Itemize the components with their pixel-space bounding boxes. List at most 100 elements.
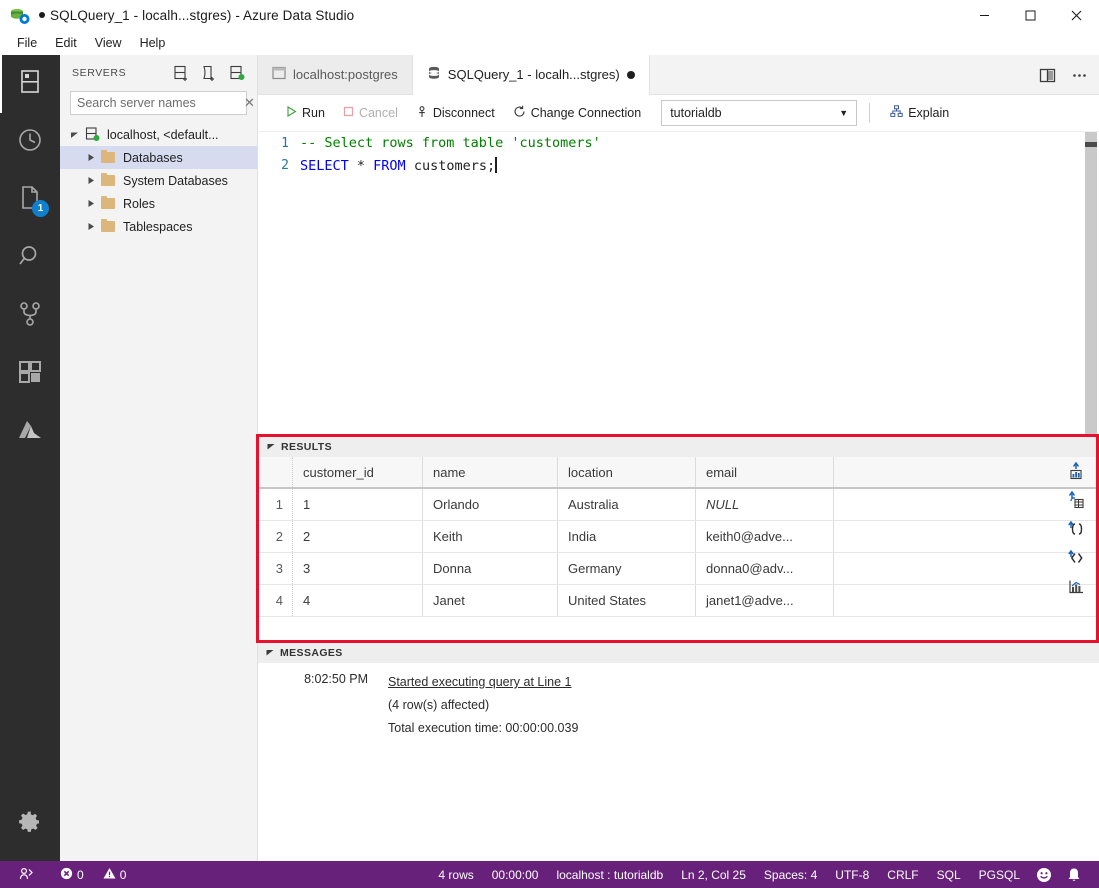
cell-email[interactable]: donna0@adv... bbox=[696, 553, 834, 584]
cell-customer-id[interactable]: 3 bbox=[293, 553, 423, 584]
save-as-excel-icon[interactable] bbox=[1065, 461, 1087, 481]
status-execution-time[interactable]: 00:00:00 bbox=[483, 861, 548, 888]
search-input[interactable] bbox=[71, 96, 244, 110]
save-as-csv-icon[interactable] bbox=[1065, 490, 1087, 510]
results-panel-header[interactable]: RESULTS bbox=[259, 437, 1096, 457]
chevron-down-icon[interactable] bbox=[267, 442, 275, 452]
status-connection-info[interactable]: localhost : tutorialdb bbox=[547, 861, 672, 888]
status-language-mode[interactable]: SQL bbox=[928, 861, 970, 888]
cell-location[interactable]: Germany bbox=[558, 553, 696, 584]
cell-location[interactable]: India bbox=[558, 521, 696, 552]
tree-item-localhost[interactable]: localhost, <default... bbox=[60, 123, 257, 146]
tab-dirty-indicator[interactable] bbox=[626, 70, 635, 79]
table-row[interactable]: 2 2 Keith India keith0@adve... bbox=[259, 521, 1096, 553]
status-errors[interactable]: 0 bbox=[51, 861, 93, 888]
menu-file[interactable]: File bbox=[8, 33, 46, 53]
new-connection-icon[interactable] bbox=[171, 63, 191, 83]
save-as-json-icon[interactable] bbox=[1065, 519, 1087, 539]
cell-filler bbox=[834, 489, 1096, 520]
minimize-button[interactable] bbox=[961, 0, 1007, 31]
more-actions-icon[interactable] bbox=[1065, 61, 1093, 89]
cell-name[interactable]: Orlando bbox=[423, 489, 558, 520]
status-provider[interactable]: PGSQL bbox=[970, 861, 1029, 888]
chevron-right-icon[interactable] bbox=[82, 153, 98, 162]
activity-item-source-control[interactable] bbox=[0, 287, 60, 345]
show-active-connections-icon[interactable] bbox=[227, 63, 247, 83]
cell-email[interactable]: janet1@adve... bbox=[696, 585, 834, 616]
cell-name[interactable]: Janet bbox=[423, 585, 558, 616]
column-header-email[interactable]: email bbox=[696, 457, 834, 487]
tab-sqlquery-1[interactable]: SQLQuery_1 - localh...stgres) bbox=[412, 55, 650, 95]
menu-help[interactable]: Help bbox=[131, 33, 175, 53]
chevron-right-icon[interactable] bbox=[82, 199, 98, 208]
cell-customer-id[interactable]: 1 bbox=[293, 489, 423, 520]
server-search-box[interactable]: ✕ bbox=[70, 91, 255, 115]
activity-item-notebooks[interactable]: 1 bbox=[0, 171, 60, 229]
chevron-right-icon[interactable] bbox=[82, 176, 98, 185]
column-header-customer-id[interactable]: customer_id bbox=[293, 457, 423, 487]
close-button[interactable] bbox=[1053, 0, 1099, 31]
column-header-name[interactable]: name bbox=[423, 457, 558, 487]
cell-email[interactable]: NULL bbox=[696, 489, 834, 520]
tab-label: localhost:postgres bbox=[293, 67, 398, 82]
chevron-down-icon[interactable] bbox=[66, 130, 82, 139]
cancel-button[interactable]: Cancel bbox=[335, 103, 406, 123]
sql-editor[interactable]: 1 -- Select rows from table 'customers' … bbox=[258, 132, 1099, 435]
chevron-right-icon[interactable] bbox=[82, 222, 98, 231]
explain-button[interactable]: Explain bbox=[882, 102, 957, 124]
sidebar-item-system-databases[interactable]: System Databases bbox=[60, 169, 257, 192]
messages-panel-header[interactable]: MESSAGES bbox=[258, 643, 1099, 663]
status-warnings[interactable]: 0 bbox=[103, 861, 136, 888]
table-row[interactable]: 3 3 Donna Germany donna0@adv... bbox=[259, 553, 1096, 585]
activity-item-servers[interactable] bbox=[0, 55, 60, 113]
menu-edit[interactable]: Edit bbox=[46, 33, 86, 53]
code-line-1: 1 -- Select rows from table 'customers' bbox=[258, 132, 1099, 154]
menu-view[interactable]: View bbox=[86, 33, 131, 53]
editor-scrollbar[interactable] bbox=[1085, 132, 1097, 435]
cell-location[interactable]: Australia bbox=[558, 489, 696, 520]
smiley-icon[interactable] bbox=[1029, 861, 1059, 888]
results-grid[interactable]: customer_id name location email 1 1 Orla… bbox=[259, 457, 1096, 617]
cell-email[interactable]: keith0@adve... bbox=[696, 521, 834, 552]
tab-localhost-postgres[interactable]: localhost:postgres bbox=[258, 55, 413, 94]
activity-item-azure[interactable] bbox=[0, 403, 60, 461]
bell-icon[interactable] bbox=[1059, 861, 1089, 888]
maximize-button[interactable] bbox=[1007, 0, 1053, 31]
remote-connection-icon[interactable] bbox=[12, 861, 41, 888]
activity-item-extensions[interactable] bbox=[0, 345, 60, 403]
chevron-down-icon[interactable]: ▼ bbox=[839, 108, 848, 118]
save-as-xml-icon[interactable] bbox=[1065, 548, 1087, 568]
dirty-indicator-dot bbox=[39, 12, 45, 18]
status-encoding[interactable]: UTF-8 bbox=[826, 861, 878, 888]
cell-customer-id[interactable]: 2 bbox=[293, 521, 423, 552]
status-row-count[interactable]: 4 rows bbox=[429, 861, 482, 888]
cell-customer-id[interactable]: 4 bbox=[293, 585, 423, 616]
sidebar-item-roles[interactable]: Roles bbox=[60, 192, 257, 215]
split-editor-icon[interactable] bbox=[1033, 61, 1061, 89]
close-icon[interactable]: ✕ bbox=[244, 95, 255, 111]
cell-name[interactable]: Donna bbox=[423, 553, 558, 584]
change-connection-button[interactable]: Change Connection bbox=[505, 102, 650, 124]
cell-name[interactable]: Keith bbox=[423, 521, 558, 552]
cell-location[interactable]: United States bbox=[558, 585, 696, 616]
chevron-down-icon[interactable] bbox=[266, 648, 274, 658]
status-line-endings[interactable]: CRLF bbox=[878, 861, 927, 888]
table-row[interactable]: 4 4 Janet United States janet1@adve... bbox=[259, 585, 1096, 617]
scrollbar-thumb[interactable] bbox=[1085, 142, 1097, 147]
table-row[interactable]: 1 1 Orlando Australia NULL bbox=[259, 489, 1096, 521]
new-server-group-icon[interactable] bbox=[199, 63, 219, 83]
disconnect-button[interactable]: Disconnect bbox=[408, 103, 503, 124]
run-button[interactable]: Run bbox=[278, 103, 333, 123]
activity-item-search[interactable] bbox=[0, 229, 60, 287]
status-cursor-position[interactable]: Ln 2, Col 25 bbox=[672, 861, 755, 888]
sidebar-item-databases[interactable]: Databases bbox=[60, 146, 257, 169]
view-as-chart-icon[interactable] bbox=[1065, 577, 1087, 597]
database-dropdown[interactable]: tutorialdb ▼ bbox=[661, 100, 858, 126]
status-indentation[interactable]: Spaces: 4 bbox=[755, 861, 826, 888]
cell-filler bbox=[834, 585, 1096, 616]
activity-item-query-history[interactable] bbox=[0, 113, 60, 171]
activity-item-settings[interactable] bbox=[0, 795, 60, 853]
column-header-location[interactable]: location bbox=[558, 457, 696, 487]
message-link[interactable]: Started executing query at Line 1 bbox=[388, 675, 571, 689]
sidebar-item-tablespaces[interactable]: Tablespaces bbox=[60, 215, 257, 238]
